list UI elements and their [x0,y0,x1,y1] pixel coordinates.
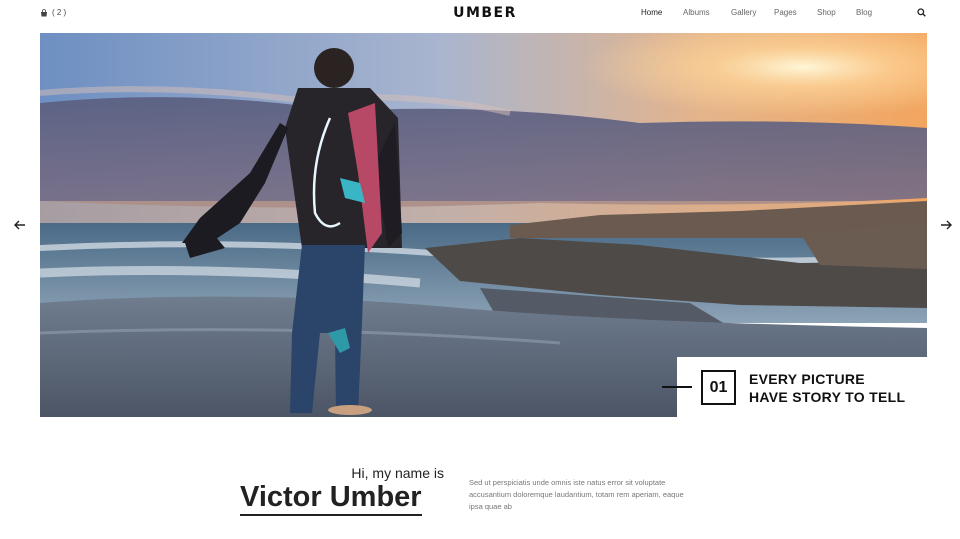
intro-greeting: Hi, my name is [351,465,444,481]
nav-gallery[interactable]: Gallery [731,8,756,17]
intro-name: Victor Umber [240,480,422,516]
search-icon[interactable] [917,8,926,17]
slide-caption-line2: HAVE STORY TO TELL [749,389,906,405]
site-header: ( 2 ) UMBER Home Albums Gallery Pages Sh… [0,0,960,28]
intro-bio: Sed ut perspiciatis unde omnis iste natu… [469,478,684,511]
arrow-right-icon[interactable] [940,219,952,231]
nav-home[interactable]: Home [641,8,662,17]
site-logo[interactable]: UMBER [0,5,960,21]
nav-pages[interactable]: Pages [774,8,797,17]
arrow-left-icon[interactable] [14,219,26,231]
slide-caption-line1: EVERY PICTURE [749,371,865,387]
slide-number: 01 [701,370,736,405]
nav-albums[interactable]: Albums [683,8,710,17]
caption-divider [662,386,692,388]
nav-shop[interactable]: Shop [817,8,836,17]
slide-caption: EVERY PICTURE HAVE STORY TO TELL [749,370,905,406]
nav-blog[interactable]: Blog [856,8,872,17]
